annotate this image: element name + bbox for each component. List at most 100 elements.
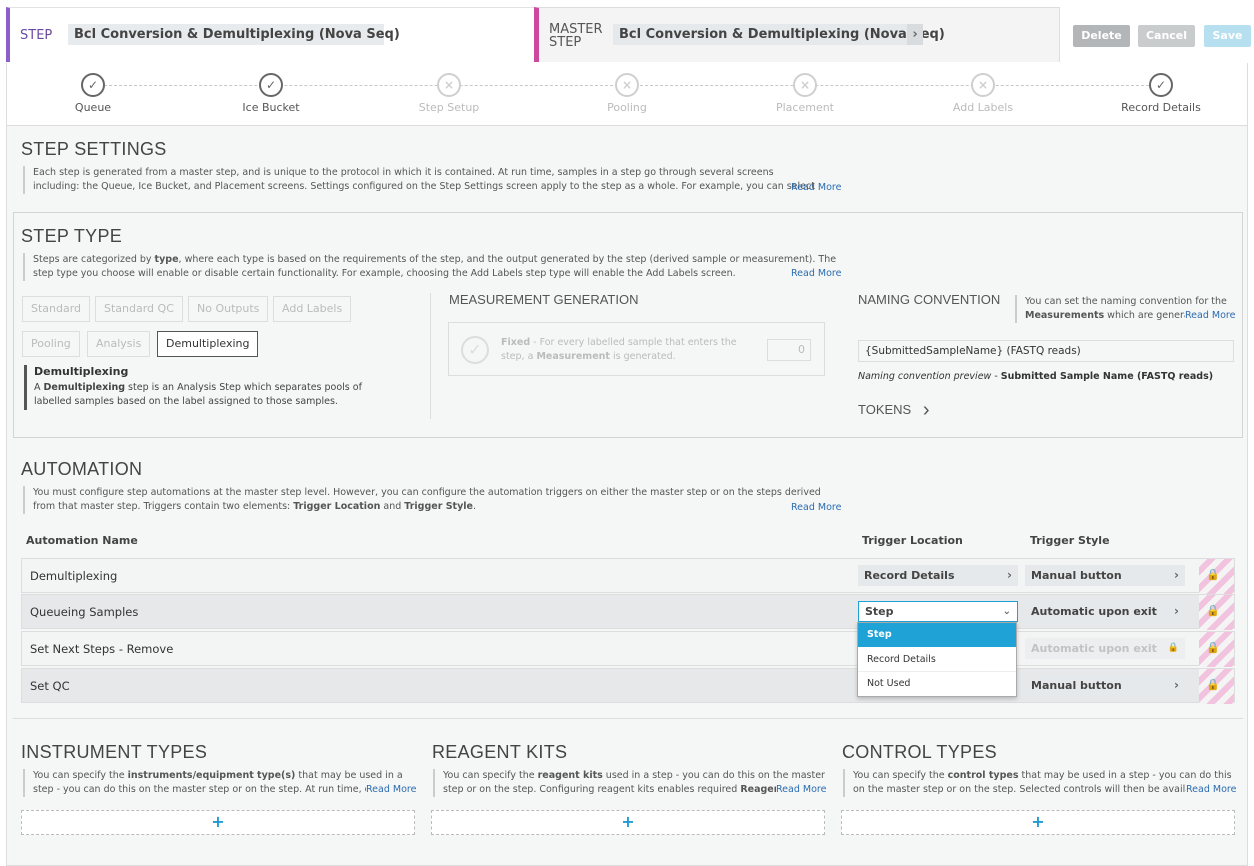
step-settings-read-more[interactable]: Read More: [791, 182, 841, 193]
naming-preview: Naming convention preview - Submitted Sa…: [858, 371, 1213, 382]
add-reagent-kit-button[interactable]: +: [431, 810, 825, 835]
step-settings-title: STEP SETTINGS: [21, 139, 167, 159]
desc-bold: Trigger Style: [404, 501, 473, 512]
progress-step-ice-bucket[interactable]: ✓ Ice Bucket: [201, 73, 341, 114]
type-no-outputs-button[interactable]: No Outputs: [188, 296, 269, 322]
chevron-right-icon: ›: [1174, 678, 1179, 692]
desc-text: .: [472, 501, 477, 512]
automation-row: Set Next Steps - Remove Automatic upon e…: [21, 631, 1235, 667]
col-automation-name: Automation Name: [26, 534, 138, 547]
lock-icon: 🔒: [1206, 641, 1220, 654]
desc-bold: instruments/equipment type(s): [127, 770, 296, 781]
chevron-right-icon: ›: [907, 24, 923, 45]
step-settings-desc: Each step is generated from a master ste…: [23, 166, 815, 194]
selected-type-desc: A Demultiplexing step is an Analysis Ste…: [34, 381, 394, 409]
step-type-desc: Steps are categorized by type, where eac…: [23, 253, 838, 281]
desc-text: You can specify the: [443, 770, 538, 781]
delete-button[interactable]: Delete: [1073, 25, 1130, 47]
selected-type-info: Demultiplexing A Demultiplexing step is …: [24, 365, 394, 410]
dropdown-option-step[interactable]: Step: [858, 623, 1016, 647]
progress-label: Record Details: [1121, 101, 1201, 114]
trigger-style-select-disabled: Automatic upon exit 🔒: [1025, 638, 1185, 659]
lock-area: 🔒: [1199, 632, 1234, 667]
step-label: STEP: [20, 28, 53, 43]
reagent-desc: You can specify the reagent kits used in…: [433, 769, 825, 797]
check-icon: ✓: [81, 73, 105, 97]
master-step-link[interactable]: Bcl Conversion & Demultiplexing (Nova Se…: [613, 24, 945, 45]
desc-bold: Trigger Location: [293, 501, 381, 512]
type-add-labels-button[interactable]: Add Labels: [273, 296, 352, 322]
preview-sep: -: [991, 371, 1001, 382]
naming-read-more[interactable]: Read More: [1185, 310, 1236, 321]
add-instrument-button[interactable]: +: [21, 810, 415, 835]
trigger-location-select[interactable]: Record Details ›: [858, 565, 1018, 586]
desc-bold: control types: [947, 770, 1019, 781]
measurement-count-field[interactable]: 0: [767, 339, 811, 361]
reagent-read-more[interactable]: Read More: [776, 784, 827, 795]
step-type-read-more[interactable]: Read More: [791, 268, 841, 279]
type-pooling-button[interactable]: Pooling: [22, 331, 80, 357]
progress-step-pooling: × Pooling: [557, 73, 697, 114]
measurement-fixed-option[interactable]: ✓ Fixed - For every labelled sample that…: [448, 322, 825, 376]
divider: [430, 293, 431, 419]
automation-title: AUTOMATION: [21, 459, 143, 479]
trigger-location-select[interactable]: Step ⌄: [858, 601, 1018, 622]
x-icon: ×: [971, 73, 995, 97]
progress-label: Ice Bucket: [242, 101, 300, 114]
reagent-kits-title: REAGENT KITS: [432, 742, 568, 762]
progress-step-placement: × Placement: [735, 73, 875, 114]
desc-text: You can specify the: [33, 770, 128, 781]
desc-text: You can set the naming convention for th…: [1025, 296, 1227, 307]
automation-name: Set QC: [30, 679, 70, 693]
type-standard-qc-button[interactable]: Standard QC: [95, 296, 183, 322]
naming-convention-input[interactable]: {SubmittedSampleName} (FASTQ reads): [858, 340, 1234, 362]
automation-name: Set Next Steps - Remove: [30, 642, 174, 656]
type-analysis-button[interactable]: Analysis: [87, 331, 151, 357]
cancel-button[interactable]: Cancel: [1138, 25, 1195, 47]
automation-read-more[interactable]: Read More: [791, 502, 841, 513]
control-read-more[interactable]: Read More: [1186, 784, 1237, 795]
add-control-type-button[interactable]: +: [841, 810, 1235, 835]
desc-bold: Measurement: [536, 351, 610, 362]
x-icon: ×: [437, 73, 461, 97]
tokens-toggle[interactable]: TOKENS ›: [858, 397, 930, 421]
desc-text: and: [380, 501, 405, 512]
desc-text: A: [34, 382, 44, 393]
save-button[interactable]: Save: [1204, 25, 1251, 47]
step-header: STEP Bcl Conversion & Demultiplexing (No…: [6, 7, 534, 62]
x-icon: ×: [793, 73, 817, 97]
tokens-label: TOKENS: [858, 402, 912, 417]
select-value: Step: [865, 605, 894, 618]
lock-area: 🔒: [1199, 595, 1234, 630]
master-step-name: Bcl Conversion & Demultiplexing (Nova Se…: [619, 27, 945, 42]
trigger-style-select[interactable]: Automatic upon exit ›: [1025, 601, 1185, 622]
master-label-2: STEP: [549, 35, 582, 50]
desc-bold: reagent kits: [537, 770, 603, 781]
progress-step-record-details[interactable]: ✓ Record Details: [1091, 73, 1231, 114]
progress-label: Step Setup: [418, 101, 480, 114]
type-standard-button[interactable]: Standard: [22, 296, 91, 322]
master-step-header: MASTER STEP Bcl Conversion & Demultiplex…: [534, 7, 1060, 62]
x-icon: ×: [615, 73, 639, 97]
control-desc: You can specify the control types that m…: [843, 769, 1235, 797]
lock-icon: 🔒: [1206, 678, 1220, 691]
selected-type-title: Demultiplexing: [34, 365, 129, 378]
instrument-read-more[interactable]: Read More: [366, 784, 417, 795]
chevron-right-icon: ›: [1174, 604, 1179, 618]
desc-text: You can specify the: [853, 770, 948, 781]
lock-area: 🔒: [1199, 559, 1234, 594]
dropdown-option-not-used[interactable]: Not Used: [858, 672, 1016, 696]
automation-row: Demultiplexing Record Details › Manual bu…: [21, 558, 1235, 594]
step-name-field[interactable]: Bcl Conversion & Demultiplexing (Nova Se…: [68, 24, 400, 45]
chevron-right-icon: ›: [1174, 568, 1179, 582]
lock-icon: 🔒: [1167, 643, 1179, 653]
select-value: Manual button: [1031, 679, 1122, 692]
desc-text: Steps are categorized by: [33, 254, 155, 265]
type-demultiplexing-button[interactable]: Demultiplexing: [157, 331, 259, 357]
progress-step-queue[interactable]: ✓ Queue: [23, 73, 163, 114]
chevron-down-icon: ⌄: [1002, 606, 1011, 617]
progress-label: Add Labels: [952, 101, 1014, 114]
trigger-style-select[interactable]: Manual button ›: [1025, 675, 1185, 696]
trigger-style-select[interactable]: Manual button ›: [1025, 565, 1185, 586]
dropdown-option-record-details[interactable]: Record Details: [858, 647, 1016, 672]
